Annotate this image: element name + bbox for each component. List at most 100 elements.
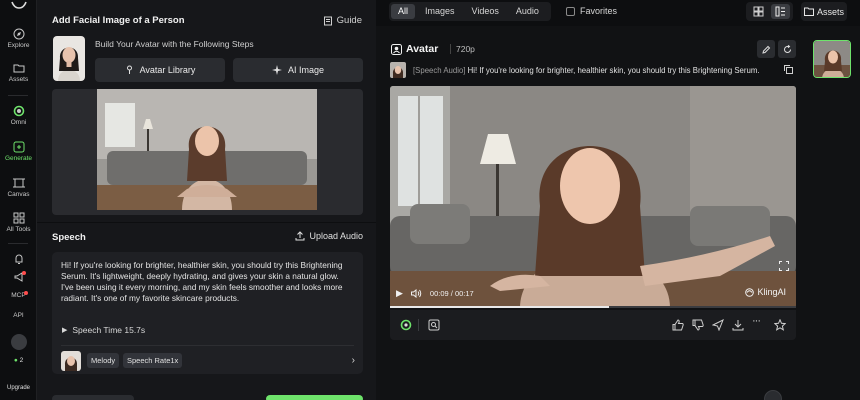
sparkle-icon bbox=[271, 65, 282, 75]
guide-label: Guide bbox=[336, 15, 362, 26]
rail-item-generate[interactable]: Generate bbox=[0, 141, 37, 162]
favorites-filter[interactable]: Favorites bbox=[566, 6, 617, 16]
folder-icon bbox=[13, 64, 24, 73]
canvas-icon bbox=[12, 178, 25, 188]
secondary-action-button[interactable] bbox=[52, 395, 134, 400]
play-icon: ▶ bbox=[62, 327, 68, 334]
generate-button[interactable] bbox=[266, 395, 363, 400]
guide-link[interactable]: Guide bbox=[323, 15, 362, 26]
refresh-icon bbox=[783, 44, 791, 53]
avatar-library-label: Avatar Library bbox=[139, 65, 196, 75]
app-logo-icon[interactable] bbox=[9, 0, 29, 12]
volume-icon[interactable] bbox=[410, 289, 422, 298]
left-rail: Explore Assets Omni Generate Canvas All … bbox=[0, 0, 37, 400]
speech-textarea[interactable]: Hi! If you're looking for brighter, heal… bbox=[52, 252, 363, 374]
rail-item-explore[interactable]: Explore bbox=[0, 28, 37, 49]
regenerate-button[interactable] bbox=[778, 40, 796, 58]
list-view-icon bbox=[775, 6, 785, 17]
caption-label: [Speech Audio] bbox=[413, 66, 466, 75]
credits-counter[interactable]: ● 2 bbox=[0, 357, 37, 364]
speech-text[interactable]: Hi! If you're looking for brighter, heal… bbox=[61, 260, 353, 304]
assets-label: Assets bbox=[816, 6, 844, 17]
chevron-right-icon[interactable]: › bbox=[352, 355, 355, 366]
video-progress-fill bbox=[390, 306, 610, 308]
source-face-thumbnail[interactable] bbox=[390, 62, 406, 78]
fullscreen-icon[interactable] bbox=[779, 261, 789, 271]
result-card-title: Avatar bbox=[391, 43, 438, 55]
model-badge-icon[interactable] bbox=[400, 319, 412, 331]
video-controls: ▶ 00:09 / 00:17 bbox=[396, 288, 474, 299]
share-icon[interactable] bbox=[712, 319, 724, 331]
star-icon[interactable] bbox=[774, 319, 786, 331]
image-search-icon[interactable] bbox=[428, 319, 440, 331]
rail-item-canvas[interactable]: Canvas bbox=[0, 177, 37, 198]
avatar-type-icon bbox=[391, 43, 402, 55]
credits-value: 2 bbox=[19, 357, 24, 364]
video-progress-bar[interactable] bbox=[390, 306, 796, 308]
thumbs-down-icon[interactable] bbox=[692, 319, 704, 331]
grid-view-button[interactable] bbox=[749, 4, 768, 19]
history-thumbnail[interactable] bbox=[813, 40, 851, 78]
video-player[interactable]: ▶ 00:09 / 00:17 KlingAI bbox=[390, 86, 796, 308]
video-time: 00:09 / 00:17 bbox=[429, 289, 474, 298]
avatar bbox=[10, 334, 27, 350]
ai-image-label: AI Image bbox=[287, 65, 325, 75]
speech-time-button[interactable]: ▶ Speech Time 15.7s bbox=[62, 325, 145, 335]
thumbs-up-icon[interactable] bbox=[672, 319, 684, 331]
view-toggle bbox=[746, 2, 793, 21]
rail-label: Generate bbox=[4, 155, 33, 162]
video-frame-image bbox=[390, 86, 796, 308]
panel-title: Add Facial Image of a Person bbox=[52, 15, 185, 26]
favorites-checkbox[interactable] bbox=[566, 6, 575, 16]
tab-videos[interactable]: Videos bbox=[465, 4, 506, 19]
grid-view-icon bbox=[753, 6, 764, 17]
rail-item-mcp[interactable]: MCP bbox=[0, 291, 37, 299]
rail-label: Assets bbox=[8, 76, 29, 83]
avatar-preview-image bbox=[97, 89, 317, 210]
results-area: All Images Videos Audio Favorites Assets… bbox=[376, 0, 860, 400]
speech-section-title: Speech bbox=[52, 232, 86, 243]
list-view-button[interactable] bbox=[771, 4, 790, 19]
tab-all[interactable]: All bbox=[391, 4, 416, 19]
more-options-icon[interactable]: ··· bbox=[752, 315, 764, 327]
generate-icon bbox=[13, 141, 24, 153]
copy-icon[interactable] bbox=[784, 65, 793, 74]
voice-avatar[interactable] bbox=[61, 351, 81, 371]
speech-rate-chip[interactable]: Speech Rate1x bbox=[123, 353, 183, 368]
credits-icon: ● bbox=[13, 357, 18, 364]
watermark-text: KlingAI bbox=[757, 287, 786, 297]
pencil-icon bbox=[761, 45, 770, 54]
tab-audio[interactable]: Audio bbox=[509, 4, 546, 19]
edit-button[interactable] bbox=[757, 40, 775, 58]
resolution-label: 720p bbox=[450, 44, 475, 54]
tab-images[interactable]: Images bbox=[418, 4, 462, 19]
upload-audio-label: Upload Audio bbox=[309, 231, 363, 241]
rail-item-all-tools[interactable]: All Tools bbox=[0, 212, 37, 233]
action-divider bbox=[418, 319, 419, 331]
caption-text: Hi! If you're looking for brighter, heal… bbox=[467, 66, 760, 75]
steps-text: Build Your Avatar with the Following Ste… bbox=[95, 39, 254, 49]
filter-tabs: All Images Videos Audio bbox=[389, 2, 551, 21]
rail-item-assets[interactable]: Assets bbox=[0, 62, 37, 83]
play-button[interactable]: ▶ bbox=[396, 288, 403, 299]
book-icon bbox=[323, 16, 332, 25]
rail-item-omni[interactable]: Omni bbox=[0, 105, 37, 126]
user-avatar[interactable] bbox=[0, 334, 37, 350]
notification-dot bbox=[22, 271, 26, 275]
result-actions: ··· bbox=[390, 310, 796, 340]
uploaded-face-thumbnail[interactable] bbox=[53, 36, 85, 81]
bell-icon bbox=[15, 254, 22, 264]
assets-button[interactable]: Assets bbox=[801, 2, 847, 21]
notification-button[interactable] bbox=[0, 253, 37, 267]
rail-item-api[interactable]: API bbox=[0, 312, 37, 319]
avatar-library-button[interactable]: Avatar Library bbox=[95, 58, 225, 82]
omni-icon bbox=[13, 105, 24, 117]
download-icon[interactable] bbox=[732, 319, 744, 331]
announcement-button[interactable] bbox=[0, 271, 37, 285]
rail-label: All Tools bbox=[6, 226, 31, 233]
ai-image-button[interactable]: AI Image bbox=[233, 58, 363, 82]
section-divider bbox=[37, 222, 376, 223]
upload-audio-button[interactable]: Upload Audio bbox=[295, 231, 363, 241]
upgrade-button[interactable]: Upgrade bbox=[0, 385, 37, 391]
voice-chip[interactable]: Melody bbox=[87, 353, 120, 368]
